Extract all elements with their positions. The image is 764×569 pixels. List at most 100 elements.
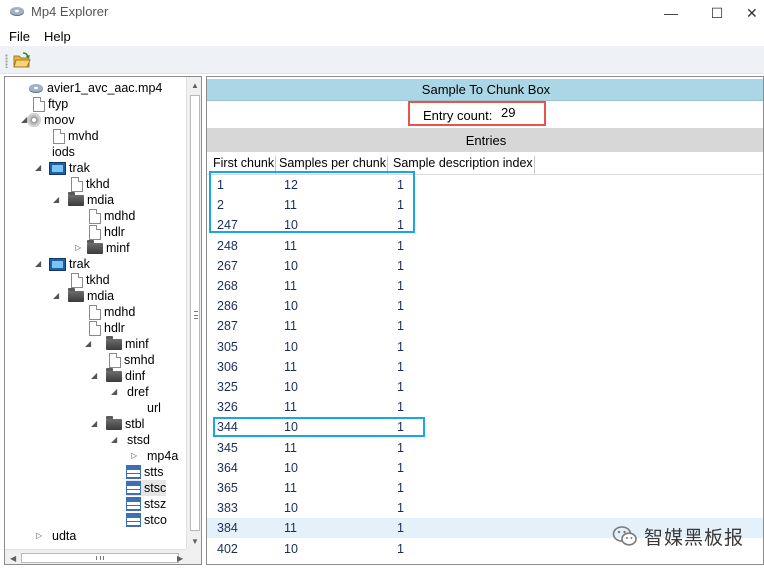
tree-node-stts[interactable]: stts — [126, 464, 163, 480]
expand-arrow-icon[interactable]: ▷ — [75, 244, 83, 252]
tree-node-mdhd[interactable]: mdhd — [89, 208, 135, 224]
tree-hscroll-thumb[interactable] — [21, 553, 179, 563]
tree-node-hdlr[interactable]: hdlr — [89, 320, 125, 336]
tree-node-stsc[interactable]: stsc — [126, 480, 167, 496]
collapse-arrow-icon[interactable]: ◢ — [111, 436, 119, 444]
tree-node-label: dref — [127, 385, 149, 399]
collapse-arrow-icon[interactable]: ◢ — [53, 292, 61, 300]
tree-node-mvhd[interactable]: mvhd — [53, 128, 99, 144]
tree-node-label: stsd — [127, 433, 150, 447]
tree-node-minf[interactable]: ▷ minf — [75, 239, 130, 256]
tree-vertical-scrollbar[interactable]: ▲ ▼ — [186, 77, 201, 549]
tree-node-dref[interactable]: ◢ dref — [111, 384, 149, 400]
expand-arrow-icon[interactable]: ▷ — [36, 532, 44, 540]
document-icon — [53, 128, 65, 144]
collapse-arrow-icon[interactable]: ◢ — [85, 340, 93, 348]
tree-vscroll-thumb[interactable] — [190, 95, 200, 531]
scroll-right-icon[interactable]: ▶ — [177, 554, 183, 563]
tree-node-trak[interactable]: ◢ trak — [35, 256, 90, 272]
tree-node-label: stsz — [144, 497, 167, 511]
tree-node-mp4a[interactable]: ▷ mp4a — [131, 448, 178, 464]
table-row[interactable]: 364 10 1 — [207, 458, 763, 478]
cell-first-chunk: 364 — [217, 460, 238, 475]
tree-node-stsd[interactable]: ◢ stsd — [111, 432, 150, 448]
cell-sample-description-index: 1 — [397, 380, 404, 394]
menu-file[interactable]: File — [9, 29, 30, 44]
document-icon — [71, 176, 83, 192]
tree-node-smhd[interactable]: smhd — [109, 352, 155, 368]
app-disc-icon — [10, 7, 24, 16]
minimize-button[interactable]: — — [648, 0, 694, 26]
cell-first-chunk: 305 — [217, 339, 238, 354]
collapse-arrow-icon[interactable]: ◢ — [111, 388, 119, 396]
collapse-arrow-icon[interactable]: ◢ — [53, 196, 61, 204]
expand-arrow-icon[interactable]: ▷ — [131, 452, 139, 460]
cell-sample-description-index: 1 — [397, 501, 404, 516]
table-row[interactable]: 306 11 1 — [207, 357, 763, 377]
tree-node-udta[interactable]: ▷ udta — [36, 528, 76, 544]
box-detail-panel: Sample To Chunk Box Entry count: 29 Entr… — [206, 76, 764, 565]
tree-node-stbl[interactable]: ◢ stbl — [91, 415, 144, 432]
table-icon — [126, 465, 141, 479]
tree-node-tkhd[interactable]: tkhd — [71, 176, 110, 192]
tree-node-hdlr[interactable]: hdlr — [89, 224, 125, 240]
table-icon — [126, 513, 141, 527]
box-tree-panel: avier1_avc_aac.mp4 ftyp ◢ moov mvhd iods ◢ trak… — [4, 76, 202, 565]
cell-samples-per-chunk: 10 — [284, 380, 298, 394]
tree-node-label: minf — [106, 241, 130, 255]
table-row[interactable]: 248 11 1 — [207, 236, 763, 256]
cell-sample-description-index: 1 — [397, 339, 404, 354]
tree-node-stco[interactable]: stco — [126, 512, 167, 528]
tree-node-mdia[interactable]: ◢ mdia — [53, 191, 114, 208]
table-row[interactable]: 267 10 1 — [207, 256, 763, 276]
tree-node-ftyp[interactable]: ftyp — [33, 96, 68, 112]
tree-node-label: stco — [144, 513, 167, 527]
tree-node-iods[interactable]: iods — [52, 144, 75, 160]
tree-node-trak[interactable]: ◢ trak — [35, 160, 90, 176]
folder-icon — [106, 335, 122, 350]
table-row[interactable]: 326 11 1 — [207, 397, 763, 417]
cell-first-chunk: 248 — [217, 238, 238, 253]
collapse-arrow-icon[interactable]: ◢ — [91, 420, 99, 428]
maximize-button[interactable]: ☐ — [694, 0, 740, 26]
collapse-arrow-icon[interactable]: ◢ — [35, 260, 43, 268]
scroll-left-icon[interactable]: ◀ — [10, 554, 16, 563]
tree-node-tkhd[interactable]: tkhd — [71, 272, 110, 288]
cell-sample-description-index: 1 — [397, 319, 404, 334]
scroll-up-icon[interactable]: ▲ — [191, 81, 199, 90]
tree-node-minf[interactable]: ◢ minf — [85, 335, 149, 352]
tree-node-dinf[interactable]: ◢ dinf — [91, 367, 145, 384]
collapse-arrow-icon[interactable]: ◢ — [91, 372, 99, 380]
tree-node-moov[interactable]: ◢ moov — [21, 112, 75, 128]
tree-horizontal-scrollbar[interactable]: ◀ ▶ — [5, 549, 186, 564]
open-folder-icon[interactable] — [13, 52, 31, 68]
tree-node-label: trak — [69, 257, 90, 271]
table-row[interactable]: 345 11 1 — [207, 438, 763, 458]
tree-node-mdia[interactable]: ◢ mdia — [53, 287, 114, 304]
table-row[interactable]: 286 10 1 — [207, 296, 763, 316]
folder-icon — [106, 415, 122, 430]
close-button[interactable]: ✕ — [740, 0, 764, 26]
table-row[interactable]: 268 11 1 — [207, 276, 763, 296]
tree-node-url[interactable]: url — [147, 400, 161, 416]
menu-help[interactable]: Help — [44, 29, 71, 44]
tree-node-label: hdlr — [104, 321, 125, 335]
tree-node-avier1_avc_aac.mp4[interactable]: avier1_avc_aac.mp4 — [28, 80, 162, 96]
table-row[interactable]: 383 10 1 — [207, 498, 763, 518]
collapse-arrow-icon[interactable]: ◢ — [21, 116, 29, 124]
table-row[interactable]: 365 11 1 — [207, 478, 763, 498]
cell-samples-per-chunk: 11 — [284, 319, 297, 334]
table-row[interactable]: 287 11 1 — [207, 316, 763, 336]
toolbar — [0, 46, 764, 74]
tree-node-label: minf — [125, 337, 149, 351]
collapse-arrow-icon[interactable]: ◢ — [35, 164, 43, 172]
cell-samples-per-chunk: 10 — [284, 339, 298, 354]
tree-node-mdhd[interactable]: mdhd — [89, 304, 135, 320]
table-row[interactable]: 305 10 1 — [207, 337, 763, 357]
disc-icon — [27, 113, 41, 127]
tree-node-label: tkhd — [86, 177, 110, 191]
scroll-down-icon[interactable]: ▼ — [191, 537, 199, 546]
tree-node-stsz[interactable]: stsz — [126, 496, 166, 512]
document-icon — [89, 320, 101, 336]
table-row[interactable]: 325 10 1 — [207, 377, 763, 397]
